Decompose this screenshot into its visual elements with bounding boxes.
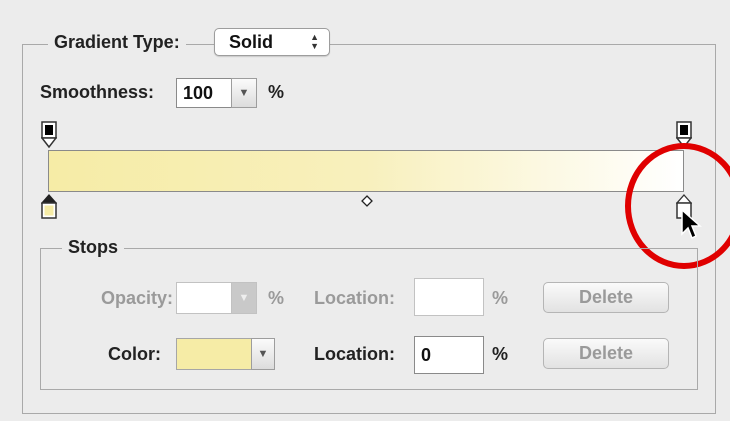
color-dropdown-button[interactable]: ▼ — [251, 338, 275, 370]
cursor-arrow-icon — [681, 208, 702, 240]
gradient-preview-bar[interactable] — [48, 150, 684, 192]
opacity-delete-label: Delete — [578, 287, 634, 307]
stops-legend: Stops — [62, 237, 125, 258]
opacity-location-input[interactable] — [414, 278, 484, 316]
color-label: Color: — [108, 344, 161, 364]
opacity-unit: % — [268, 288, 285, 308]
midpoint-diamond-icon[interactable] — [361, 195, 373, 207]
color-stop-left[interactable] — [41, 194, 57, 220]
color-location-unit: % — [492, 344, 509, 364]
smoothness-dropdown-button[interactable]: ▼ — [231, 78, 257, 108]
opacity-label: Opacity: — [101, 288, 174, 308]
color-delete-button[interactable]: Delete — [543, 338, 669, 369]
smoothness-label: Smoothness: — [40, 82, 155, 102]
gradient-type-select[interactable]: Solid ▲ ▼ — [214, 28, 330, 56]
color-swatch[interactable] — [176, 338, 252, 370]
chevron-down-icon: ▼ — [257, 348, 269, 360]
smoothness-unit: % — [268, 82, 285, 102]
color-location-value: 0 — [421, 344, 432, 365]
smoothness-input[interactable]: 100 — [176, 78, 232, 108]
opacity-delete-button[interactable]: Delete — [543, 282, 669, 313]
chevron-down-icon: ▼ — [238, 87, 250, 99]
gradient-type-value: Solid — [229, 31, 273, 52]
color-location-label: Location: — [314, 344, 395, 364]
color-delete-label: Delete — [578, 343, 634, 363]
opacity-input[interactable] — [176, 282, 232, 314]
opacity-location-unit: % — [492, 288, 509, 308]
gradient-type-label: Gradient Type: — [48, 32, 186, 53]
color-location-input[interactable]: 0 — [414, 336, 484, 374]
opacity-dropdown-button[interactable]: ▼ — [231, 282, 257, 314]
smoothness-value: 100 — [183, 82, 214, 103]
chevron-down-icon: ▼ — [238, 292, 250, 304]
opacity-location-label: Location: — [314, 288, 395, 308]
opacity-stop-left[interactable] — [41, 121, 57, 149]
updown-arrows-icon: ▲ ▼ — [310, 32, 319, 51]
